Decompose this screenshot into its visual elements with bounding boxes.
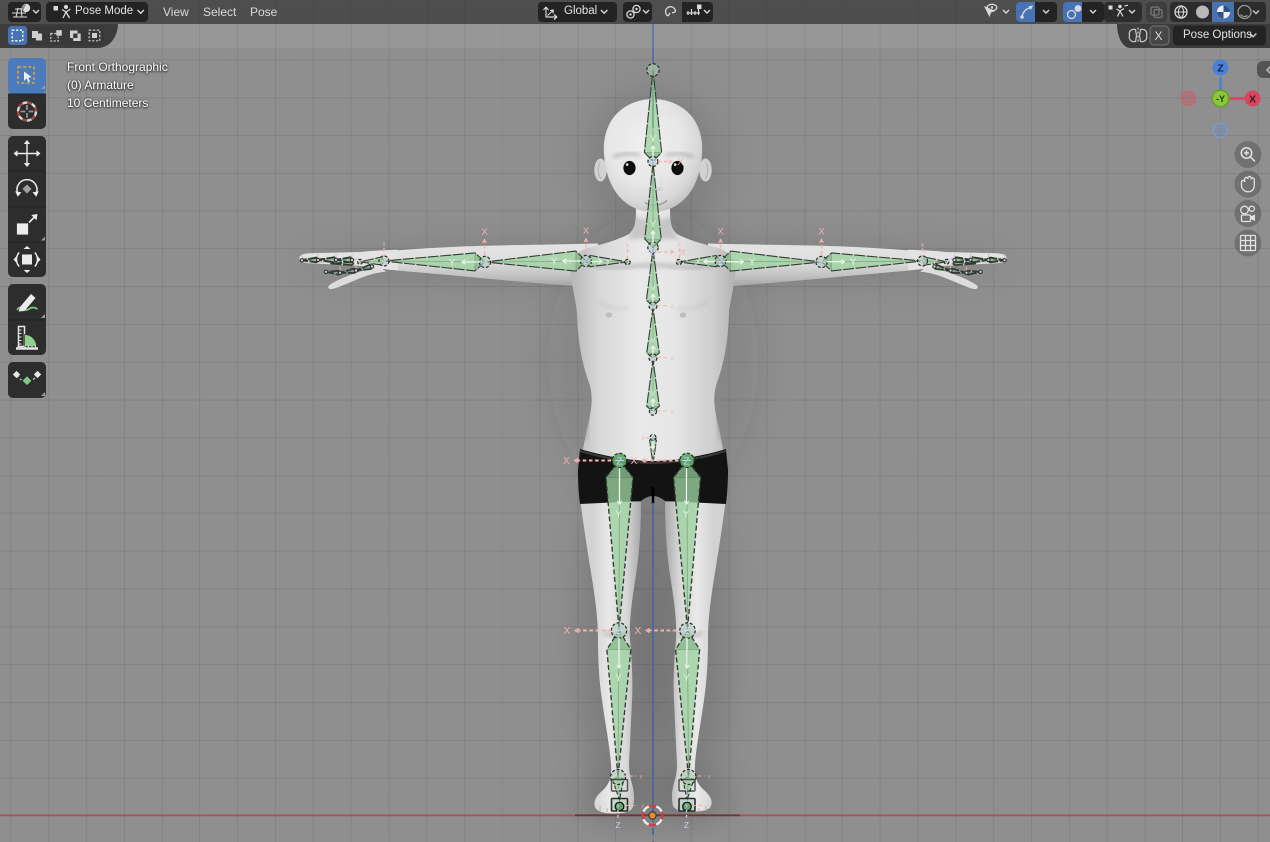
svg-text:X: X [717,227,724,238]
svg-text:X: X [563,456,570,467]
svg-text:Y: Y [696,259,701,266]
svg-text:x: x [383,242,386,248]
svg-text:Z: Z [684,626,690,637]
svg-text:X: X [583,226,590,237]
svg-text:X: X [564,626,571,637]
svg-text:Z: Z [615,820,620,830]
svg-text:Z: Z [684,820,689,830]
svg-text:x: x [671,356,674,362]
svg-text:y: y [709,804,712,810]
svg-text:Y: Y [615,673,622,684]
svg-text:Y: Y [749,257,756,268]
svg-text:X: X [631,456,638,467]
svg-text:Z: Z [683,455,690,467]
svg-text:x: x [671,410,674,416]
svg-text:y: y [641,804,644,810]
svg-text:Y: Y [650,219,657,230]
svg-text:Y: Y [606,259,611,266]
svg-text:Z: Z [616,626,622,637]
svg-text:Y: Y [683,509,690,520]
svg-text:Z: Z [651,356,655,362]
svg-text:X: X [679,248,686,259]
svg-text:x: x [921,242,924,248]
svg-text:Z: Z [651,304,655,310]
svg-text:Y: Y [651,452,655,458]
svg-text:X: X [677,157,684,168]
svg-text:Y: Y [449,258,456,269]
svg-text:y: y [640,774,643,780]
svg-text:Y: Y [551,257,558,268]
svg-text:X: X [1249,94,1256,106]
svg-text:Z: Z [651,410,655,416]
svg-text:X: X [481,227,488,238]
svg-text:-Y: -Y [1216,94,1225,104]
svg-text:X: X [635,626,642,637]
svg-text:Z: Z [651,436,655,442]
svg-text:Z: Z [1217,63,1224,75]
svg-text:Z: Z [616,455,623,467]
svg-text:Y: Y [651,286,656,293]
svg-text:X: X [818,227,825,238]
svg-text:Y: Y [651,338,656,345]
svg-text:Y: Y [615,509,622,520]
svg-text:Y: Y [683,673,690,684]
svg-text:Y: Y [850,257,857,268]
svg-text:Y: Y [651,391,656,398]
svg-text:Z: Z [650,248,656,259]
svg-text:Y: Y [650,134,657,145]
svg-text:y: y [708,774,711,780]
svg-text:x: x [671,304,674,310]
